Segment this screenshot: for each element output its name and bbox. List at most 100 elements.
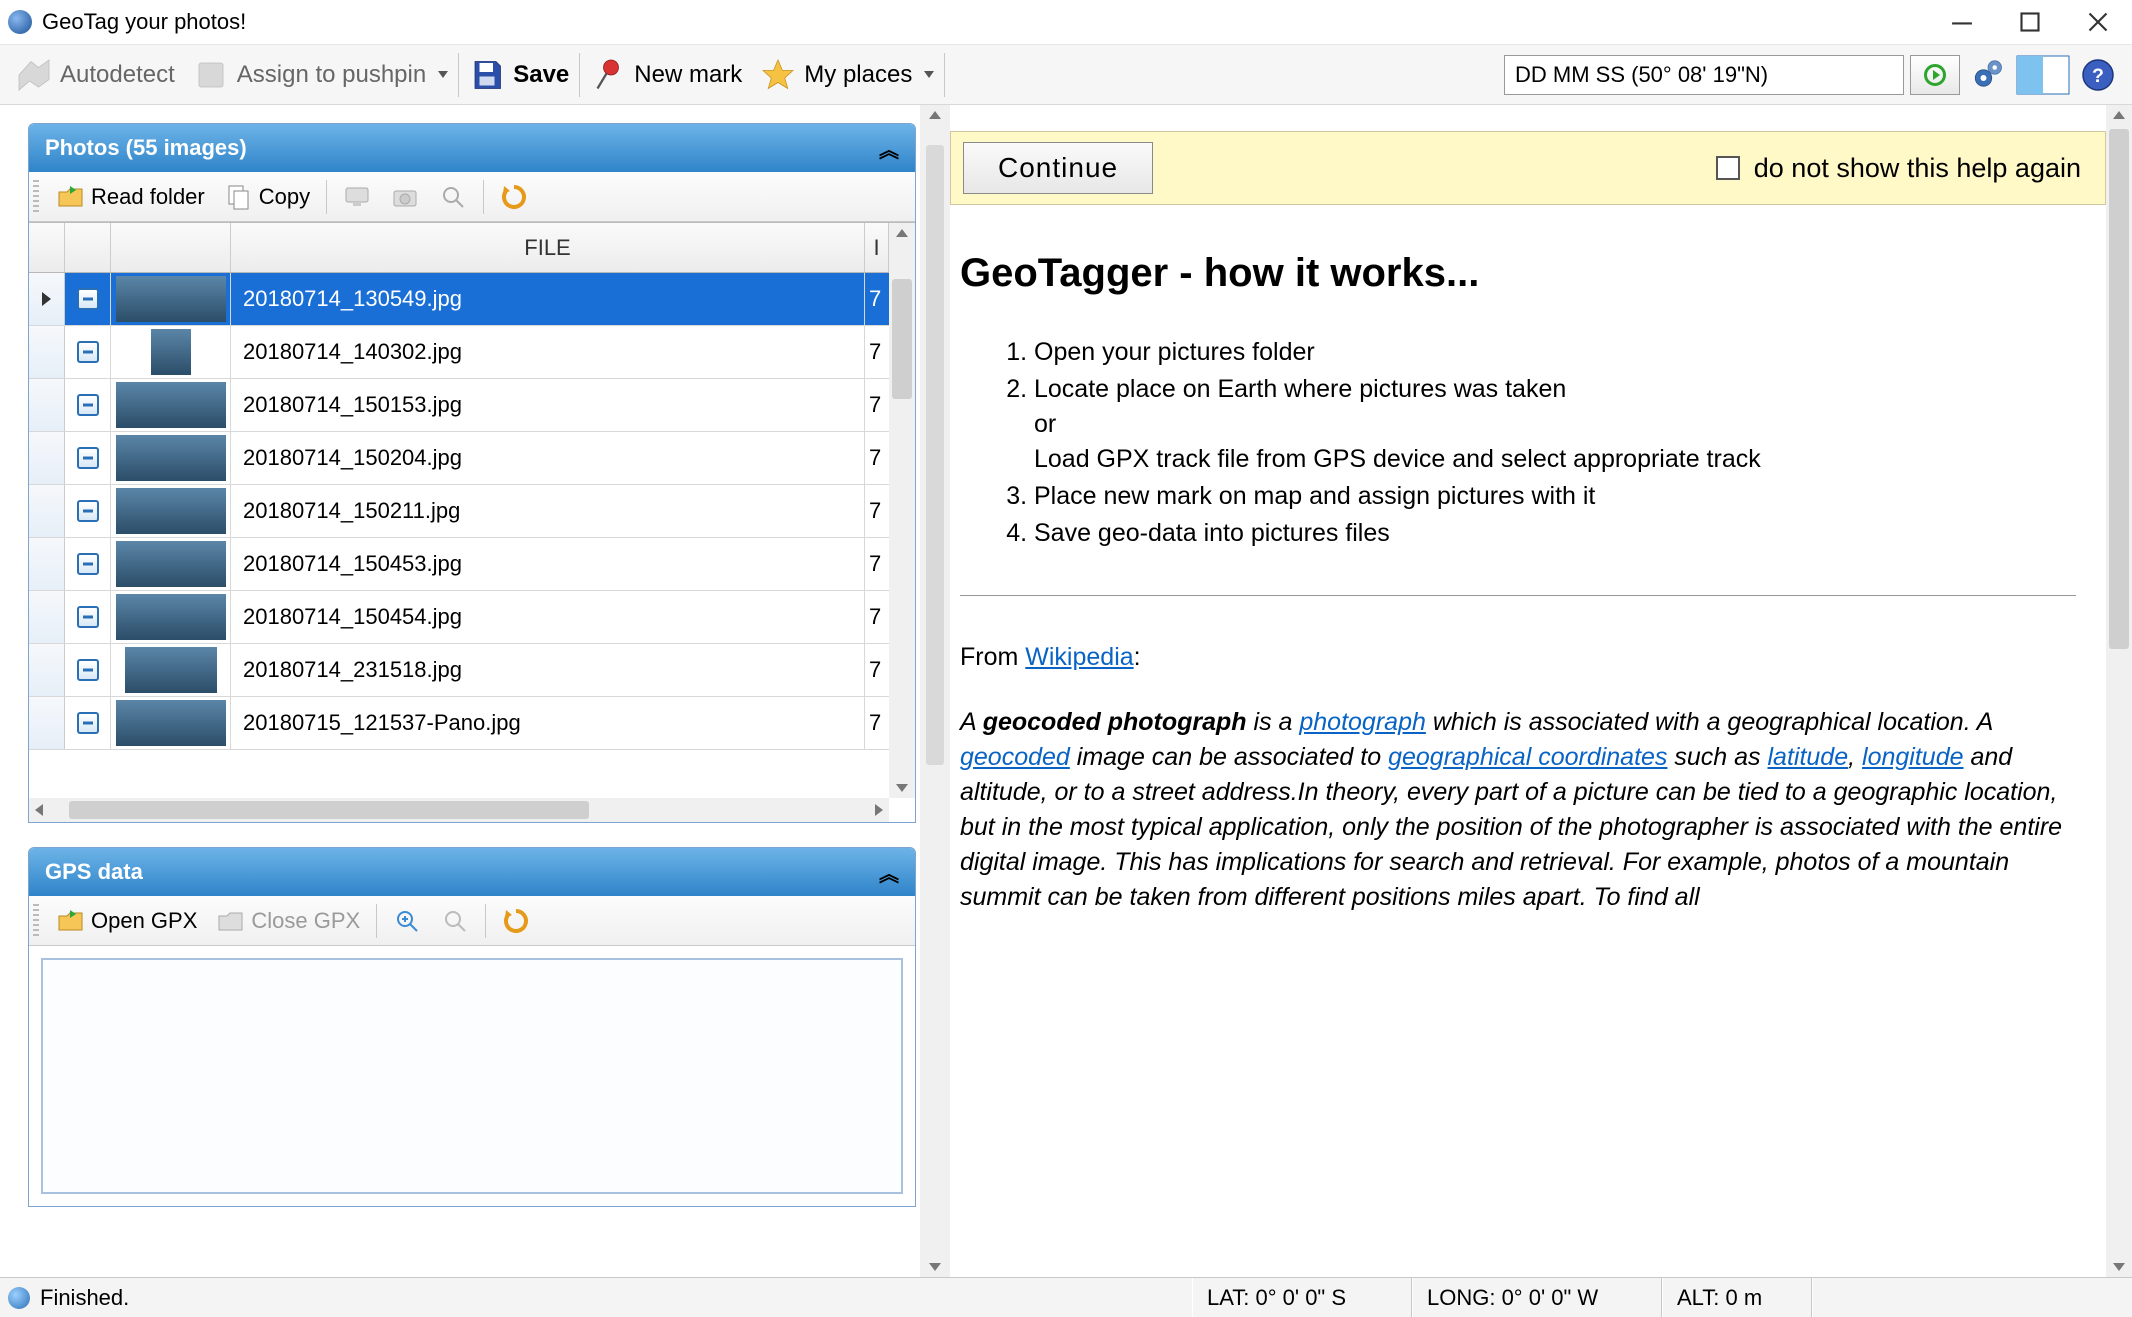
dont-show-again-checkbox[interactable]: do not show this help again — [1716, 153, 2081, 184]
row-filename[interactable]: 20180714_231518.jpg — [231, 644, 865, 696]
collapse-icon[interactable]: ︽ — [879, 858, 899, 887]
scroll-thumb[interactable] — [892, 279, 912, 399]
read-folder-button[interactable]: Read folder — [49, 181, 213, 213]
checkbox-icon[interactable] — [1716, 156, 1740, 180]
row-header[interactable] — [29, 644, 65, 696]
scroll-thumb[interactable] — [69, 801, 589, 819]
longitude-link[interactable]: longitude — [1862, 743, 1963, 771]
row-thumbnail[interactable] — [111, 273, 231, 325]
table-horizontal-scrollbar[interactable] — [29, 798, 889, 822]
check-col[interactable] — [65, 223, 111, 272]
row-thumbnail[interactable] — [111, 697, 231, 749]
right-vertical-scrollbar[interactable] — [2106, 105, 2132, 1277]
photos-panel-header[interactable]: Photos (55 images) ︽ — [29, 124, 915, 172]
row-checkbox[interactable] — [65, 591, 111, 643]
go-button[interactable] — [1910, 55, 1960, 95]
extra-col[interactable]: I — [865, 223, 889, 272]
collapse-icon[interactable]: ︽ — [879, 134, 899, 163]
scroll-thumb[interactable] — [926, 145, 944, 765]
row-filename[interactable]: 20180714_130549.jpg — [231, 273, 865, 325]
copy-label: Copy — [259, 184, 310, 210]
row-filename[interactable]: 20180714_150211.jpg — [231, 485, 865, 537]
row-checkbox[interactable] — [65, 379, 111, 431]
row-thumbnail[interactable] — [111, 644, 231, 696]
row-checkbox[interactable] — [65, 538, 111, 590]
zoom-in-button[interactable] — [385, 905, 429, 937]
gps-refresh-button[interactable] — [494, 905, 538, 937]
row-header[interactable] — [29, 697, 65, 749]
continue-button[interactable]: Continue — [963, 142, 1153, 194]
table-row[interactable]: 20180714_150204.jpg7 — [29, 432, 889, 485]
row-header[interactable] — [29, 538, 65, 590]
gps-track-canvas[interactable] — [41, 958, 903, 1194]
row-filename[interactable]: 20180714_140302.jpg — [231, 326, 865, 378]
camera-button[interactable] — [383, 181, 427, 213]
row-thumbnail[interactable] — [111, 326, 231, 378]
table-row[interactable]: 20180714_130549.jpg7 — [29, 273, 889, 326]
row-thumbnail[interactable] — [111, 538, 231, 590]
row-header[interactable] — [29, 326, 65, 378]
row-thumbnail[interactable] — [111, 432, 231, 484]
refresh-button[interactable] — [492, 181, 536, 213]
row-filename[interactable]: 20180714_150153.jpg — [231, 379, 865, 431]
file-col-header[interactable]: FILE — [231, 223, 865, 272]
latitude-link[interactable]: latitude — [1768, 743, 1849, 771]
my-places-button[interactable]: My places — [752, 51, 942, 99]
table-row[interactable]: 20180714_150153.jpg7 — [29, 379, 889, 432]
assign-pushpin-button[interactable]: Assign to pushpin — [185, 51, 456, 99]
row-thumbnail[interactable] — [111, 485, 231, 537]
table-row[interactable]: 20180714_231518.jpg7 — [29, 644, 889, 697]
vertical-splitter[interactable] — [920, 105, 950, 1277]
row-checkbox[interactable] — [65, 326, 111, 378]
row-header-col[interactable] — [29, 223, 65, 272]
table-row[interactable]: 20180715_121537-Pano.jpg7 — [29, 697, 889, 750]
close-button[interactable] — [2064, 0, 2132, 44]
toggle-panel-button[interactable] — [2016, 51, 2070, 99]
checkbox-icon — [77, 659, 99, 681]
photograph-link[interactable]: photograph — [1299, 708, 1426, 736]
row-filename[interactable]: 20180715_121537-Pano.jpg — [231, 697, 865, 749]
row-checkbox[interactable] — [65, 273, 111, 325]
row-checkbox[interactable] — [65, 697, 111, 749]
close-icon — [2081, 5, 2115, 39]
row-thumbnail[interactable] — [111, 379, 231, 431]
close-gpx-button[interactable]: Close GPX — [209, 905, 368, 937]
wikipedia-link[interactable]: Wikipedia — [1025, 643, 1133, 671]
scroll-thumb[interactable] — [2109, 129, 2129, 649]
table-vertical-scrollbar[interactable] — [889, 223, 915, 798]
help-button[interactable]: ? — [2072, 51, 2124, 99]
zoom-out-button[interactable] — [433, 905, 477, 937]
row-header[interactable] — [29, 273, 65, 325]
copy-button[interactable]: Copy — [217, 181, 318, 213]
geocoded-link[interactable]: geocoded — [960, 743, 1070, 771]
table-row[interactable]: 20180714_150454.jpg7 — [29, 591, 889, 644]
open-gpx-button[interactable]: Open GPX — [49, 905, 205, 937]
row-header[interactable] — [29, 485, 65, 537]
camera-icon — [391, 183, 419, 211]
maximize-button[interactable] — [1996, 0, 2064, 44]
row-filename[interactable]: 20180714_150454.jpg — [231, 591, 865, 643]
minimize-button[interactable] — [1928, 0, 1996, 44]
zoom-button[interactable] — [431, 181, 475, 213]
row-header[interactable] — [29, 432, 65, 484]
row-header[interactable] — [29, 379, 65, 431]
coordinates-input[interactable] — [1504, 55, 1904, 95]
save-button[interactable]: Save — [461, 51, 577, 99]
geographical-coordinates-link[interactable]: geographical coordinates — [1388, 743, 1667, 771]
table-row[interactable]: 20180714_150453.jpg7 — [29, 538, 889, 591]
row-checkbox[interactable] — [65, 432, 111, 484]
table-row[interactable]: 20180714_150211.jpg7 — [29, 485, 889, 538]
row-thumbnail[interactable] — [111, 591, 231, 643]
row-filename[interactable]: 20180714_150453.jpg — [231, 538, 865, 590]
row-checkbox[interactable] — [65, 485, 111, 537]
row-filename[interactable]: 20180714_150204.jpg — [231, 432, 865, 484]
monitor-button[interactable] — [335, 181, 379, 213]
row-header[interactable] — [29, 591, 65, 643]
new-mark-button[interactable]: New mark — [582, 51, 750, 99]
autodetect-button[interactable]: Autodetect — [8, 51, 183, 99]
thumb-col[interactable] — [111, 223, 231, 272]
table-row[interactable]: 20180714_140302.jpg7 — [29, 326, 889, 379]
gps-panel-header[interactable]: GPS data ︽ — [29, 848, 915, 896]
row-checkbox[interactable] — [65, 644, 111, 696]
settings-button[interactable] — [1962, 51, 2014, 99]
